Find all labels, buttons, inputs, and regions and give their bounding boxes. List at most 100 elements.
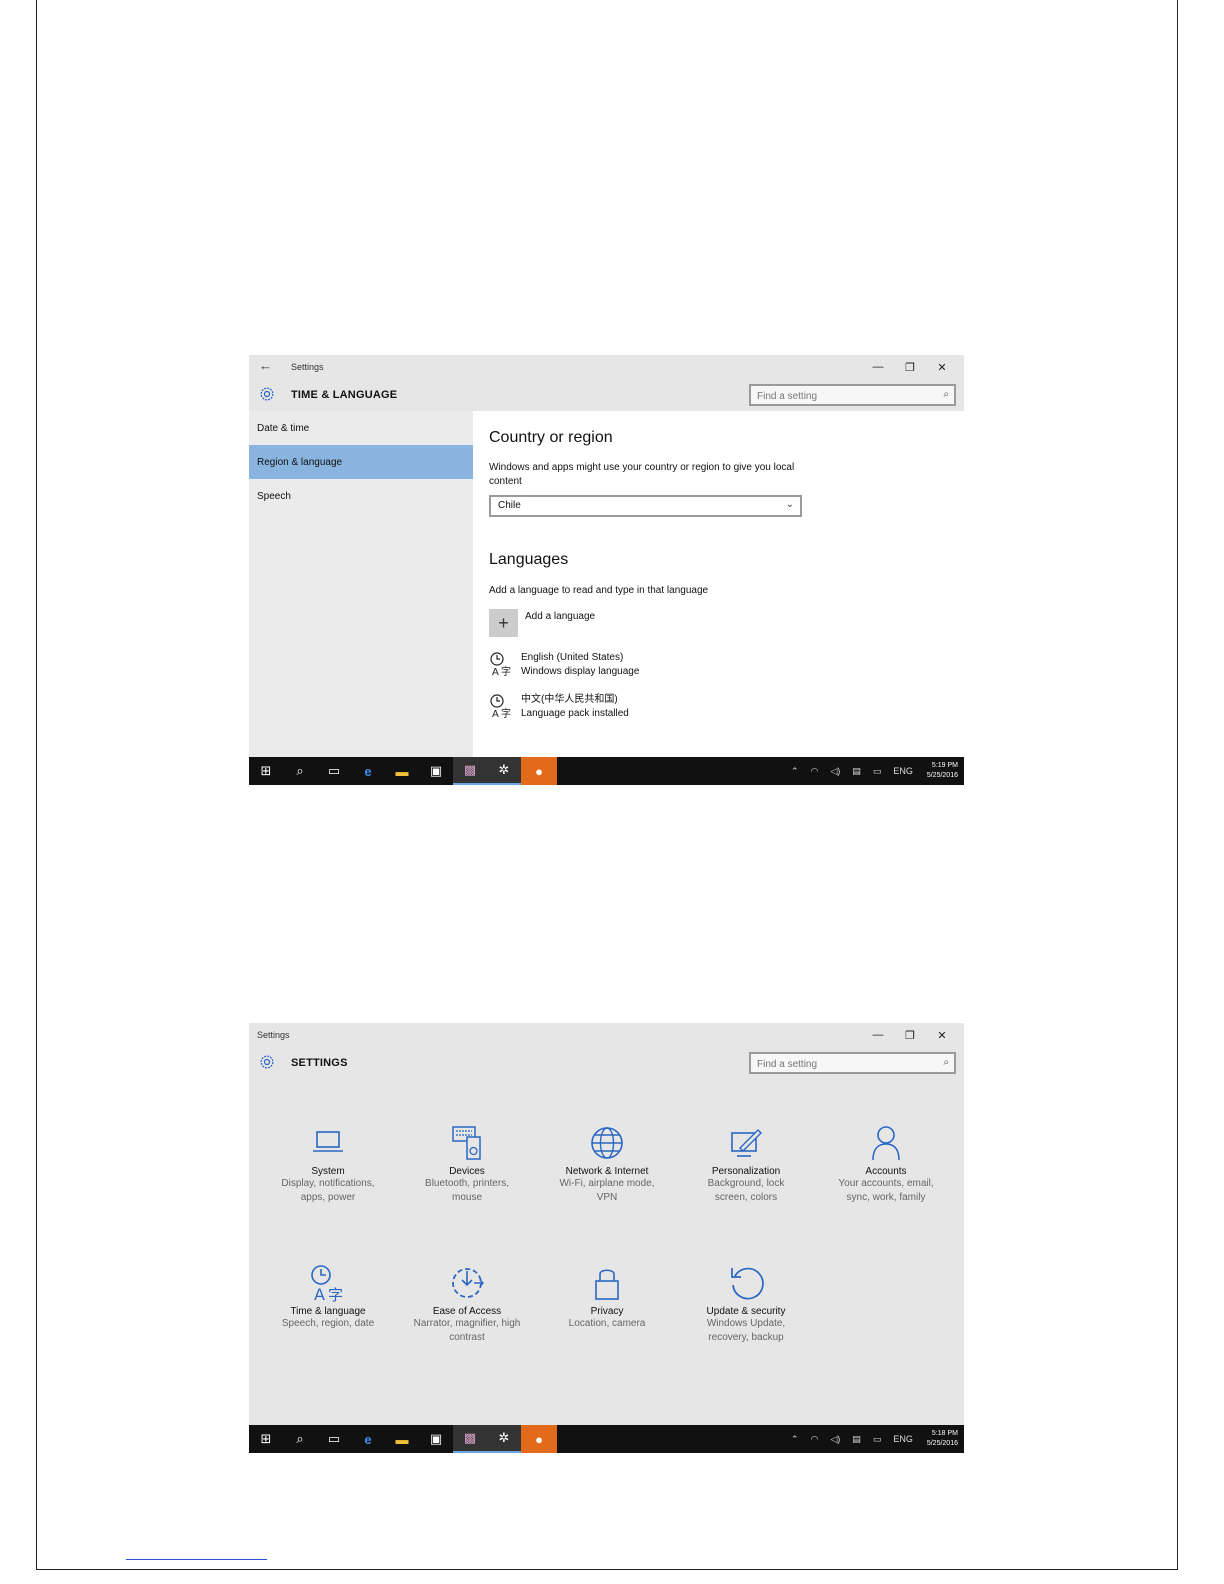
chevron-down-icon: ⌄ — [785, 499, 794, 510]
clock[interactable]: 5:19 PM 5/25/2016 — [927, 761, 958, 781]
wifi-icon[interactable]: ◠ — [811, 766, 819, 777]
action-center-icon[interactable]: ▤ — [852, 766, 861, 777]
tile-description: Background, lock screen, colors — [707, 1178, 785, 1203]
store-icon[interactable]: ▣ — [419, 757, 453, 785]
language-icon: A 字 — [490, 694, 511, 719]
taskbar: ⊞ ⌕ ▭ e ▬ ▣ ▩ ✲ ● ⌃ ◠ ◁) ▤ ▭ ENG 5:19 PM… — [249, 757, 964, 785]
update-icon — [731, 1267, 764, 1300]
restore-button[interactable]: ❐ — [894, 357, 926, 377]
sidebar-item-speech[interactable]: Speech — [249, 479, 473, 513]
search-icon[interactable]: ⌕ — [943, 389, 949, 400]
add-language-button[interactable]: + Add a language — [489, 609, 595, 637]
action-center-icon[interactable]: ▤ — [852, 1434, 861, 1445]
window-controls: — ❐ ✕ — [862, 357, 958, 377]
file-explorer-icon[interactable]: ▬ — [385, 757, 419, 785]
tile-label: Update & security — [706, 1306, 786, 1317]
tile-label: Ease of Access — [432, 1306, 502, 1317]
start-icon[interactable]: ⊞ — [249, 757, 283, 785]
language-indicator[interactable]: ENG — [893, 766, 913, 776]
tile-privacy[interactable]: Privacy Location, camera — [552, 1263, 662, 1331]
tile-description: Your accounts, email, sync, work, family — [838, 1178, 934, 1203]
settings-app-icon[interactable]: ✲ — [487, 1425, 521, 1453]
photo-app-icon[interactable]: ▩ — [453, 757, 487, 785]
settings-header: SETTINGS ⌕ — [249, 1047, 964, 1079]
settings-header: TIME & LANGUAGE ⌕ — [249, 379, 964, 411]
volume-icon[interactable]: ◁) — [830, 1434, 840, 1445]
tile-network[interactable]: Network & Internet Wi-Fi, airplane mode,… — [552, 1123, 662, 1205]
photo-app-icon[interactable]: ▩ — [453, 1425, 487, 1453]
edge-icon[interactable]: e — [351, 1425, 385, 1453]
tile-system[interactable]: System Display, notifications, apps, pow… — [273, 1123, 383, 1205]
clock-date: 5/25/2016 — [926, 1440, 958, 1447]
tile-accounts[interactable]: Accounts Your accounts, email, sync, wor… — [831, 1123, 941, 1205]
country-dropdown[interactable]: Chile ⌄ — [489, 495, 802, 517]
start-icon[interactable]: ⊞ — [249, 1425, 283, 1453]
minimize-button[interactable]: — — [862, 1025, 894, 1045]
tile-time-language[interactable]: A 字 Time & language Speech, region, date — [273, 1263, 383, 1331]
store-icon[interactable]: ▣ — [419, 1425, 453, 1453]
time-language-window: ← Settings — ❐ ✕ TIME & LANGUAGE ⌕ Date … — [249, 355, 964, 785]
time-language-icon: A 字 — [311, 1265, 343, 1303]
tile-description: Display, notifications, apps, power — [281, 1178, 375, 1203]
keyboard-icon[interactable]: ▭ — [873, 766, 882, 777]
tile-devices[interactable]: Devices Bluetooth, printers, mouse — [412, 1123, 522, 1205]
gear-icon — [260, 1055, 274, 1069]
devices-icon — [452, 1126, 481, 1160]
ease-of-access-icon — [452, 1268, 485, 1298]
task-view-icon[interactable]: ▭ — [317, 757, 351, 785]
search-input[interactable] — [751, 1055, 931, 1074]
clock-time: 5:19 PM — [931, 762, 958, 769]
svg-text:A: A — [314, 1285, 325, 1303]
main-content: Country or region Windows and apps might… — [473, 411, 964, 757]
globe-icon — [591, 1127, 623, 1159]
search-input[interactable] — [751, 387, 931, 406]
file-explorer-icon[interactable]: ▬ — [385, 1425, 419, 1453]
close-button[interactable]: ✕ — [926, 357, 958, 377]
chevron-up-icon[interactable]: ⌃ — [791, 766, 799, 777]
lock-icon — [595, 1269, 619, 1300]
edge-icon[interactable]: e — [351, 757, 385, 785]
minimize-button[interactable]: — — [862, 357, 894, 377]
sidebar-item-date-time[interactable]: Date & time — [249, 411, 473, 445]
search-box[interactable]: ⌕ — [749, 1052, 956, 1074]
search-icon[interactable]: ⌕ — [283, 1425, 317, 1453]
tile-description: Speech, region, date — [281, 1318, 375, 1329]
languages-description: Add a language to read and type in that … — [489, 585, 709, 596]
medal-app-icon[interactable]: ● — [521, 757, 557, 785]
settings-app-icon[interactable]: ✲ — [487, 757, 521, 785]
medal-app-icon[interactable]: ● — [521, 1425, 557, 1453]
language-item[interactable]: A 字 中文(中华人民共和国) Language pack installed — [489, 693, 629, 721]
language-status: Language pack installed — [521, 708, 629, 719]
tile-personalization[interactable]: Personalization Background, lock screen,… — [691, 1123, 801, 1205]
search-box[interactable]: ⌕ — [749, 384, 956, 406]
system-tray: ⌃ ◠ ◁) ▤ ▭ ENG 5:19 PM 5/25/2016 — [779, 757, 958, 785]
search-icon[interactable]: ⌕ — [943, 1057, 949, 1068]
back-arrow-icon[interactable]: ← — [259, 358, 272, 373]
language-name: 中文(中华人民共和国) — [521, 694, 618, 705]
clock-date: 5/25/2016 — [926, 772, 958, 779]
tile-label: Devices — [449, 1166, 485, 1177]
tile-label: Accounts — [865, 1166, 907, 1177]
restore-button[interactable]: ❐ — [894, 1025, 926, 1045]
language-indicator[interactable]: ENG — [893, 1434, 913, 1444]
page-title: TIME & LANGUAGE — [291, 389, 398, 401]
volume-icon[interactable]: ◁) — [830, 766, 840, 777]
footnote-rule — [126, 1559, 267, 1560]
close-button[interactable]: ✕ — [926, 1025, 958, 1045]
tile-update-security[interactable]: Update & security Windows Update, recove… — [691, 1263, 801, 1345]
search-icon[interactable]: ⌕ — [283, 757, 317, 785]
chevron-up-icon[interactable]: ⌃ — [791, 1434, 799, 1445]
clock[interactable]: 5:18 PM 5/25/2016 — [927, 1429, 958, 1449]
task-view-icon[interactable]: ▭ — [317, 1425, 351, 1453]
tile-description: Windows Update, recovery, backup — [706, 1318, 786, 1343]
gear-icon — [260, 387, 274, 401]
wifi-icon[interactable]: ◠ — [811, 1434, 819, 1445]
sidebar-item-region-language[interactable]: Region & language — [249, 445, 473, 479]
country-selected-value: Chile — [498, 500, 521, 511]
language-item[interactable]: A 字 English (United States) Windows disp… — [489, 651, 639, 679]
language-status: Windows display language — [521, 666, 640, 677]
language-icon: A 字 — [490, 652, 511, 677]
tile-description: Wi-Fi, airplane mode, VPN — [559, 1178, 655, 1203]
keyboard-icon[interactable]: ▭ — [873, 1434, 882, 1445]
tile-ease-of-access[interactable]: Ease of Access Narrator, magnifier, high… — [412, 1263, 522, 1345]
